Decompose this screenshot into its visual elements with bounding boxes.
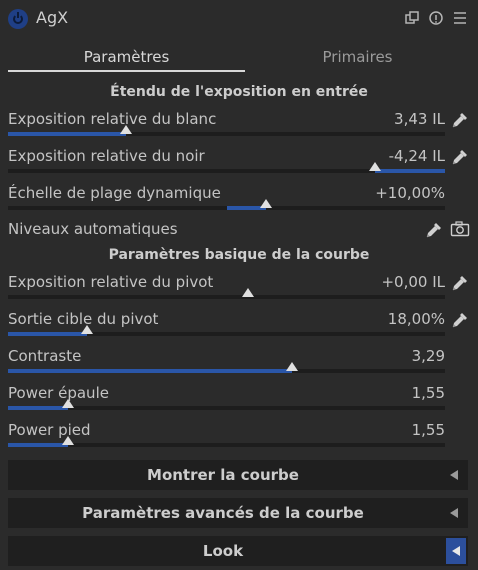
color-picker-icon[interactable] [450, 310, 470, 330]
slider-track[interactable] [8, 162, 445, 173]
slider-track[interactable] [8, 436, 445, 447]
slider-pivot-target[interactable]: Sortie cible du pivot 18,00% [8, 310, 470, 346]
slider-white-exposure[interactable]: Exposition relative du blanc 3,43 IL [8, 110, 470, 146]
slider-track[interactable] [8, 362, 445, 373]
slider-value[interactable]: 3,43 IL [394, 110, 445, 128]
slider-label: Power pied [8, 421, 91, 439]
slider-value[interactable]: +0,00 IL [381, 273, 445, 291]
show-curve-label: Montrer la courbe [147, 466, 299, 484]
module-title[interactable]: AgX [36, 8, 68, 27]
auto-levels-label: Niveaux automatiques [8, 220, 178, 238]
slider-track[interactable] [8, 288, 445, 299]
collapse-arrow-icon[interactable] [450, 508, 458, 518]
color-picker-icon[interactable] [450, 147, 470, 167]
slider-label: Power épaule [8, 384, 109, 402]
slider-pivot-exposure[interactable]: Exposition relative du pivot +0,00 IL [8, 273, 470, 309]
slider-value[interactable]: 3,29 [412, 347, 445, 365]
slider-contrast[interactable]: Contraste 3,29 [8, 347, 470, 383]
look-label: Look [202, 542, 244, 560]
tab-primaires[interactable]: Primaires [245, 44, 470, 70]
color-picker-icon[interactable] [424, 220, 444, 244]
slider-handle[interactable] [286, 362, 299, 371]
slider-handle[interactable] [242, 288, 255, 297]
auto-levels-row: Niveaux automatiques [8, 220, 470, 242]
advanced-curve-label: Paramètres avancés de la courbe [82, 504, 364, 522]
slider-handle[interactable] [119, 125, 132, 134]
menu-icon[interactable] [452, 10, 468, 26]
show-curve-section[interactable]: Montrer la courbe [8, 460, 468, 490]
slider-label: Exposition relative du noir [8, 147, 205, 165]
camera-icon[interactable] [450, 220, 470, 244]
slider-toe-power[interactable]: Power pied 1,55 [8, 421, 470, 457]
slider-track[interactable] [8, 325, 445, 336]
slider-value[interactable]: 1,55 [412, 384, 445, 402]
slider-track[interactable] [8, 125, 445, 136]
color-picker-icon[interactable] [450, 273, 470, 293]
slider-value[interactable]: 1,55 [412, 421, 445, 439]
look-section[interactable]: Look [8, 536, 468, 566]
slider-label: Échelle de plage dynamique [8, 184, 221, 202]
slider-value[interactable]: +10,00% [375, 184, 445, 202]
slider-label: Exposition relative du blanc [8, 110, 217, 128]
slider-handle[interactable] [61, 436, 74, 445]
slider-handle[interactable] [369, 162, 382, 171]
slider-shoulder-power[interactable]: Power épaule 1,55 [8, 384, 470, 420]
tab-bar: Paramètres Primaires [8, 44, 470, 72]
presets-icon[interactable] [404, 10, 420, 26]
tab-parametres[interactable]: Paramètres [8, 44, 245, 72]
slider-track[interactable] [8, 399, 445, 410]
slider-handle[interactable] [61, 399, 74, 408]
slider-dynamic-range[interactable]: Échelle de plage dynamique +10,00% [8, 184, 470, 220]
expand-toggle[interactable] [446, 538, 466, 564]
color-picker-icon[interactable] [450, 110, 470, 130]
slider-label: Contraste [8, 347, 82, 365]
section-title-basic-curve: Paramètres basique de la courbe [108, 247, 370, 263]
slider-black-exposure[interactable]: Exposition relative du noir -4,24 IL [8, 147, 470, 183]
collapse-arrow-icon[interactable] [450, 470, 458, 480]
slider-value[interactable]: -4,24 IL [389, 147, 445, 165]
slider-value[interactable]: 18,00% [388, 310, 445, 328]
power-icon[interactable] [8, 9, 28, 29]
section-title-input-exposure: Étendu de l'exposition en entrée [110, 84, 368, 100]
slider-label: Exposition relative du pivot [8, 273, 214, 291]
reset-icon[interactable] [428, 10, 444, 26]
advanced-curve-section[interactable]: Paramètres avancés de la courbe [8, 498, 468, 528]
module-header: AgX [0, 0, 478, 38]
slider-handle[interactable] [80, 325, 93, 334]
slider-track[interactable] [8, 199, 445, 210]
collapse-arrow-icon[interactable] [452, 546, 460, 556]
slider-handle[interactable] [259, 199, 272, 208]
